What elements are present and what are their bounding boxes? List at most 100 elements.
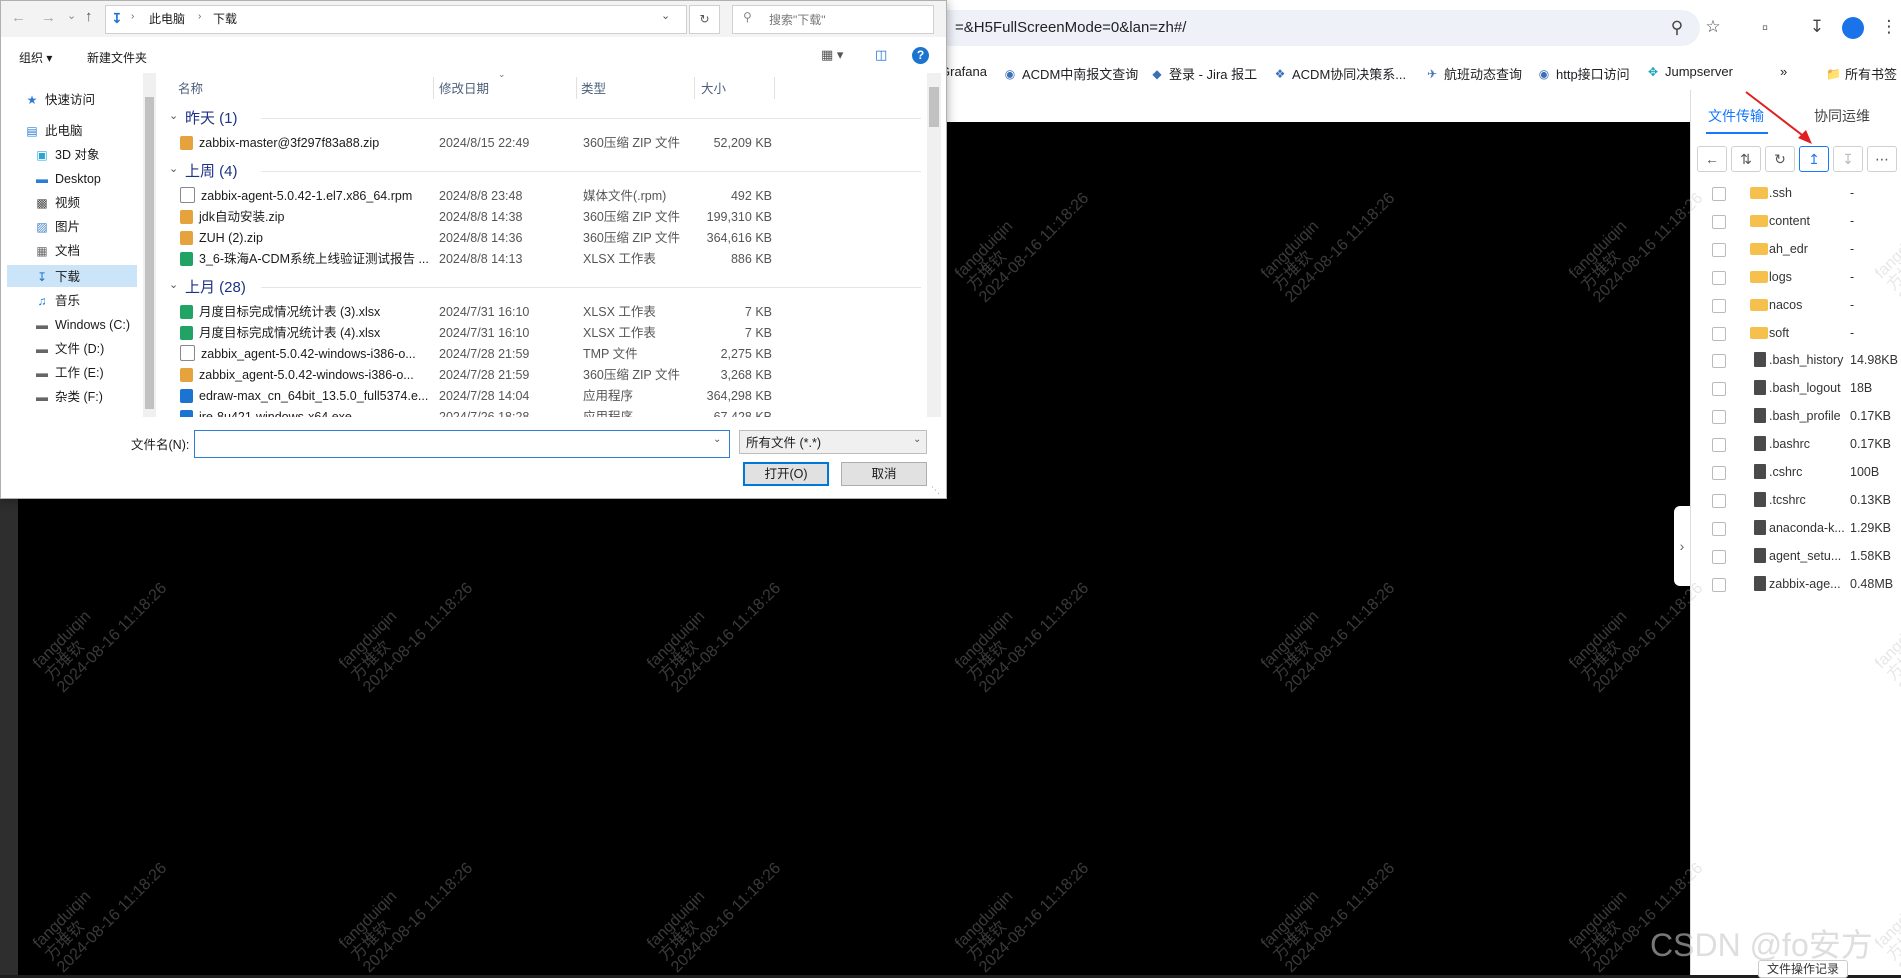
row-checkbox[interactable]: [1712, 493, 1726, 508]
row-checkbox[interactable]: [1712, 326, 1726, 341]
remote-file-row[interactable]: ah_edr -: [1700, 236, 1900, 264]
cancel-button[interactable]: 取消: [841, 462, 927, 486]
file-row[interactable]: edraw-max_cn_64bit_13.5.0_full5374.e... 2…: [176, 386, 916, 407]
menu-kebab-icon[interactable]: ⋮: [1876, 14, 1901, 40]
row-checkbox[interactable]: [1712, 270, 1726, 285]
extensions-icon[interactable]: ▫: [1752, 15, 1778, 41]
row-checkbox[interactable]: [1712, 382, 1726, 397]
group-collapse-chevron-icon[interactable]: ⌄: [169, 278, 178, 291]
remote-file-row[interactable]: zabbix-age... 0.48MB: [1700, 571, 1900, 599]
row-checkbox[interactable]: [1712, 298, 1726, 313]
breadcrumb-downloads[interactable]: 下载: [213, 10, 237, 27]
bookmark-item[interactable]: ❖ ACDM协同决策系...: [1273, 64, 1407, 83]
nav-history-chevron-icon[interactable]: ⌄: [67, 9, 76, 22]
group-header[interactable]: 上周 (4): [185, 160, 238, 181]
remote-file-row[interactable]: .bashrc 0.17KB: [1700, 431, 1900, 459]
file-list-scroll-thumb[interactable]: [929, 87, 939, 127]
remote-file-row[interactable]: .bash_profile 0.17KB: [1700, 403, 1900, 431]
zoom-icon[interactable]: ⚲: [1664, 15, 1690, 41]
file-type: 应用程序: [583, 389, 634, 403]
more-icon[interactable]: ⋯: [1867, 146, 1897, 172]
file-size: 364,616 KB: [706, 231, 772, 245]
view-options-icon[interactable]: ▦ ▾: [821, 47, 843, 63]
bookmark-item[interactable]: ✈ 航班动态查询: [1425, 64, 1522, 83]
file-row[interactable]: zabbix_agent-5.0.42-windows-i386-o... 202…: [176, 365, 916, 386]
nav-forward-icon[interactable]: →: [41, 9, 56, 26]
row-checkbox[interactable]: [1712, 410, 1726, 425]
column-header-date[interactable]: 修改日期: [439, 79, 489, 99]
bookmarks-overflow-icon[interactable]: »: [1780, 64, 1787, 79]
help-icon[interactable]: ?: [912, 47, 929, 64]
remote-file-row[interactable]: nacos -: [1700, 292, 1900, 320]
remote-file-row[interactable]: .tcshrc 0.13KB: [1700, 487, 1900, 515]
search-input[interactable]: [732, 5, 934, 34]
download-icon[interactable]: ↧: [1833, 146, 1863, 172]
file-row[interactable]: zabbix-agent-5.0.42-1.el7.x86_64.rpm 2024…: [176, 186, 916, 207]
remote-file-row[interactable]: .cshrc 100B: [1700, 459, 1900, 487]
column-header-type[interactable]: 类型: [581, 79, 606, 99]
filename-dropdown-chevron-icon[interactable]: ⌄: [713, 434, 721, 445]
back-icon[interactable]: ←: [1697, 146, 1727, 172]
row-checkbox[interactable]: [1712, 187, 1726, 201]
column-header-name[interactable]: 名称: [178, 79, 203, 99]
file-row[interactable]: 月度目标完成情况统计表 (3).xlsx 2024/7/31 16:10 XLSX …: [176, 302, 916, 323]
remote-file-row[interactable]: logs -: [1700, 264, 1900, 292]
column-header-size[interactable]: 大小: [701, 79, 726, 99]
nav-back-icon[interactable]: ←: [11, 9, 26, 26]
remote-file-row[interactable]: .bash_logout 18B: [1700, 375, 1900, 403]
nav-up-icon[interactable]: ↑: [85, 8, 93, 25]
remote-file-row[interactable]: .bash_history 14.98KB: [1700, 347, 1900, 375]
resize-grip-icon[interactable]: ⋱: [931, 485, 940, 496]
remote-file-row[interactable]: content -: [1700, 208, 1900, 236]
remote-file-row[interactable]: .ssh -: [1700, 180, 1900, 208]
file-row[interactable]: zabbix_agent-5.0.42-windows-i386-o... 202…: [176, 344, 916, 365]
bookmark-star-icon[interactable]: ☆: [1700, 14, 1726, 40]
filetype-select[interactable]: 所有文件 (*.*): [739, 430, 927, 454]
group-collapse-chevron-icon[interactable]: ⌄: [169, 109, 178, 122]
file-size: 492 KB: [730, 189, 772, 203]
breadcrumb-this-pc[interactable]: 此电脑: [149, 10, 185, 27]
profile-avatar[interactable]: [1842, 17, 1864, 39]
preview-pane-icon[interactable]: ◫: [875, 47, 887, 63]
bookmark-item[interactable]: ✥ Jumpserver: [1646, 64, 1733, 79]
refresh-icon[interactable]: ↻: [689, 5, 720, 34]
row-checkbox[interactable]: [1712, 354, 1726, 369]
remote-file-row[interactable]: anaconda-k... 1.29KB: [1700, 515, 1900, 543]
row-checkbox[interactable]: [1712, 242, 1726, 257]
bookmark-item[interactable]: Grafana: [940, 64, 987, 79]
remote-file-row[interactable]: soft -: [1700, 320, 1900, 348]
remote-file-size: 1.58KB: [1850, 548, 1892, 563]
file-row[interactable]: 月度目标完成情况统计表 (4).xlsx 2024/7/31 16:10 XLSX …: [176, 323, 916, 344]
download-icon[interactable]: ↧: [1804, 14, 1830, 40]
organize-menu[interactable]: 组织 ▾: [19, 49, 52, 66]
group-header[interactable]: 昨天 (1): [185, 107, 238, 128]
row-checkbox[interactable]: [1712, 521, 1726, 536]
row-checkbox[interactable]: [1712, 466, 1726, 480]
remote-file-row[interactable]: agent_setu... 1.58KB: [1700, 543, 1900, 571]
file-row[interactable]: jre-8u421-windows-x64.exe 2024/7/26 18:28…: [176, 407, 916, 417]
bookmark-item[interactable]: ◉ http接口访问: [1537, 64, 1630, 83]
bookmark-item[interactable]: ◉ ACDM中南报文查询: [1003, 64, 1139, 83]
file-row[interactable]: 3_6-珠海A-CDM系统上线验证测试报告 ... 2024/8/8 14:13 X…: [176, 249, 916, 270]
open-button[interactable]: 打开(O): [743, 462, 829, 486]
remote-file-size: 18B: [1850, 381, 1873, 396]
row-checkbox[interactable]: [1712, 549, 1726, 564]
file-row[interactable]: ZUH (2).zip 2024/8/8 14:36 360压缩 ZIP 文件 364…: [176, 228, 916, 249]
row-checkbox[interactable]: [1712, 214, 1726, 229]
new-folder-button[interactable]: 新建文件夹: [87, 49, 147, 66]
bookmark-item[interactable]: ◆ 登录 - Jira 报工: [1150, 64, 1257, 83]
file-row[interactable]: jdk自动安装.zip 2024/8/8 14:38 360压缩 ZIP 文件 199…: [176, 207, 916, 228]
file-size: 886 KB: [730, 252, 772, 266]
file-open-dialog: ← → ⌄ ↑ ↧ › 此电脑 › 下载 ⌄ ↻ ⚲ 搜索"下载" 组织 ▾ 新…: [0, 0, 947, 499]
xlsx-file-icon: [180, 305, 193, 319]
group-collapse-chevron-icon[interactable]: ⌄: [169, 162, 178, 175]
row-checkbox[interactable]: [1712, 577, 1726, 592]
row-checkbox[interactable]: [1712, 438, 1726, 453]
path-dropdown-chevron-icon[interactable]: ⌄: [661, 9, 670, 22]
group-header[interactable]: 上月 (28): [185, 276, 246, 297]
all-bookmarks-button[interactable]: 📁 所有书签: [1826, 64, 1897, 83]
remote-file-name: zabbix-age...: [1769, 576, 1841, 591]
filename-input[interactable]: [194, 430, 730, 458]
file-row[interactable]: zabbix-master@3f297f83a88.zip 2024/8/15 2…: [176, 133, 916, 154]
path-bar[interactable]: [105, 5, 687, 34]
